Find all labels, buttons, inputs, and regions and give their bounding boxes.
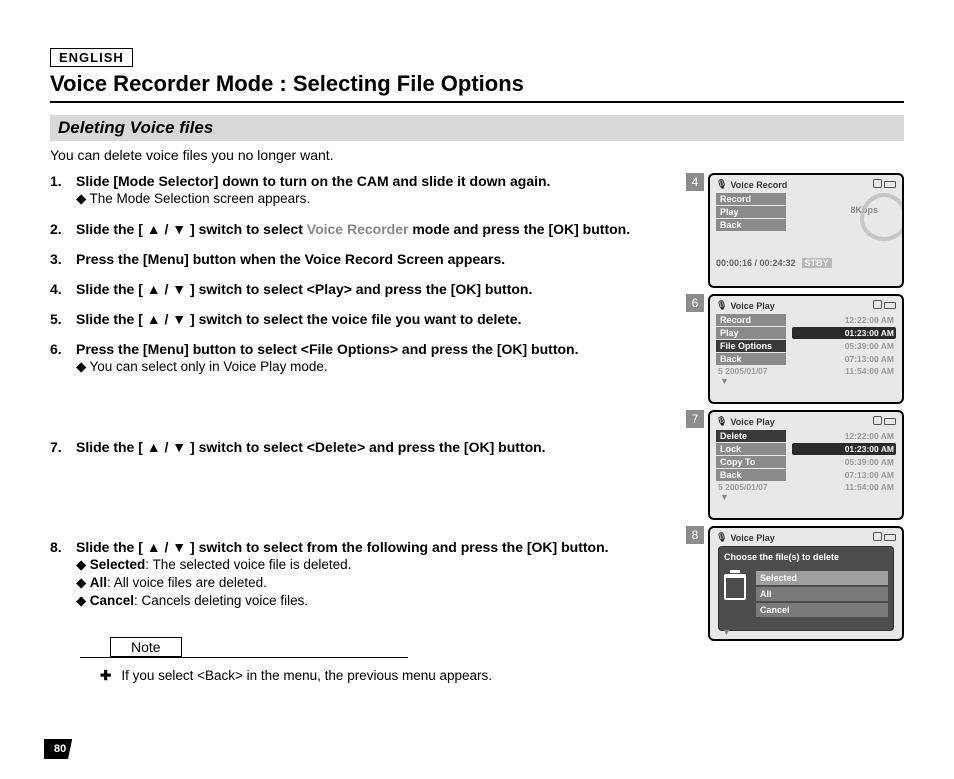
menu-item[interactable]: Back [716,469,786,481]
screen8-title: Voice Play [730,533,774,543]
popup-option[interactable]: Selected [756,571,888,585]
step-8: Slide the [ ▲ / ▼ ] switch to select fro… [50,539,668,609]
mic-icon [716,416,727,427]
list-row[interactable]: 07:13:00 AM [792,469,896,481]
menu-item[interactable]: Delete [716,430,786,442]
step-7: Slide the [ ▲ / ▼ ] switch to select <De… [50,439,668,525]
step-4: Slide the [ ▲ / ▼ ] switch to select <Pl… [50,281,668,297]
page-title: Voice Recorder Mode : Selecting File Opt… [50,71,904,103]
screen-badge-4: 4 [686,173,704,191]
list-row[interactable]: 12:22:00 AM [792,314,896,326]
list-row[interactable]: 05:39:00 AM [792,340,896,352]
screen-voice-play-8: Voice Play Choose the file(s) to delete … [708,526,904,641]
battery-icon [884,534,896,541]
head-silhouette-icon [860,193,904,241]
steps-column: Slide [Mode Selector] down to turn on th… [50,173,668,684]
step-2: Slide the [ ▲ / ▼ ] switch to select Voi… [50,221,668,237]
mic-icon [716,179,727,190]
s7-bottom-left: 5 2005/01/07 [718,482,768,492]
screen-badge-7: 7 [686,410,704,428]
s7-bottom-right: 11:54:00 AM [845,482,894,492]
menu-item[interactable]: Back [716,353,786,365]
screen-badge-6: 6 [686,294,704,312]
screen-voice-play-7: Voice Play DeleteLockCopy ToBack 12:22:0… [708,410,904,520]
trash-icon [724,574,746,600]
list-row[interactable]: 07:13:00 AM [792,353,896,365]
stop-icon [873,300,882,309]
step-3: Press the [Menu] button when the Voice R… [50,251,668,267]
mic-icon [716,532,727,543]
list-row[interactable]: 05:39:00 AM [792,456,896,468]
screen7-title: Voice Play [730,417,774,427]
stop-icon [873,416,882,425]
status-stby: STBY [802,258,832,268]
s6-bottom-left: 5 2005/01/07 [718,366,768,376]
mic-icon [716,300,727,311]
popup-option[interactable]: Cancel [756,603,888,617]
step-5: Slide the [ ▲ / ▼ ] switch to select the… [50,311,668,327]
chevron-down-icon: ▼ [716,492,896,502]
battery-icon [884,418,896,425]
intro-text: You can delete voice files you no longer… [50,147,904,163]
stop-icon [873,179,882,188]
delete-popup: Choose the file(s) to delete Selected All… [718,546,894,631]
language-tag: ENGLISH [50,48,133,67]
menu-item[interactable]: Record [716,193,786,205]
step-6: Press the [Menu] button to select <File … [50,341,668,425]
note-body: If you select <Back> in the menu, the pr… [121,668,492,683]
screenshots-column: 4 Voice Record RecordPlayBack 8Kbps 00:0… [686,173,904,684]
chevron-down-icon: ▼ [716,376,896,386]
page-number: 80 [44,739,72,759]
menu-item[interactable]: Copy To [716,456,786,468]
screen-voice-play-6: Voice Play RecordPlayFile OptionsBack 12… [708,294,904,404]
note-bullet-icon: ✚ [100,668,121,683]
menu-item[interactable]: Back [716,219,786,231]
screen6-title: Voice Play [730,301,774,311]
screen4-title: Voice Record [730,180,787,190]
section-heading: Deleting Voice files [50,115,904,141]
menu-item[interactable]: Record [716,314,786,326]
time-counter: 00:00:16 / 00:24:32 [716,258,796,268]
list-row[interactable]: 12:22:00 AM [792,430,896,442]
menu-item[interactable]: Play [716,206,786,218]
popup-option[interactable]: All [756,587,888,601]
note-text: ✚If you select <Back> in the menu, the p… [100,668,668,684]
stop-icon [873,532,882,541]
note-label: Note [110,637,182,657]
list-row[interactable]: 01:23:00 AM [792,443,896,455]
popup-title: Choose the file(s) to delete [724,552,888,563]
menu-item[interactable]: Play [716,327,786,339]
list-row[interactable]: 01:23:00 AM [792,327,896,339]
step-1: Slide [Mode Selector] down to turn on th… [50,173,668,207]
menu-item[interactable]: File Options [716,340,786,352]
battery-icon [884,181,896,188]
chevron-down-icon: ▼ [718,627,731,637]
menu-item[interactable]: Lock [716,443,786,455]
screen-badge-8: 8 [686,526,704,544]
battery-icon [884,302,896,309]
screen-voice-record: Voice Record RecordPlayBack 8Kbps 00:00:… [708,173,904,288]
s6-bottom-right: 11:54:00 AM [845,366,894,376]
